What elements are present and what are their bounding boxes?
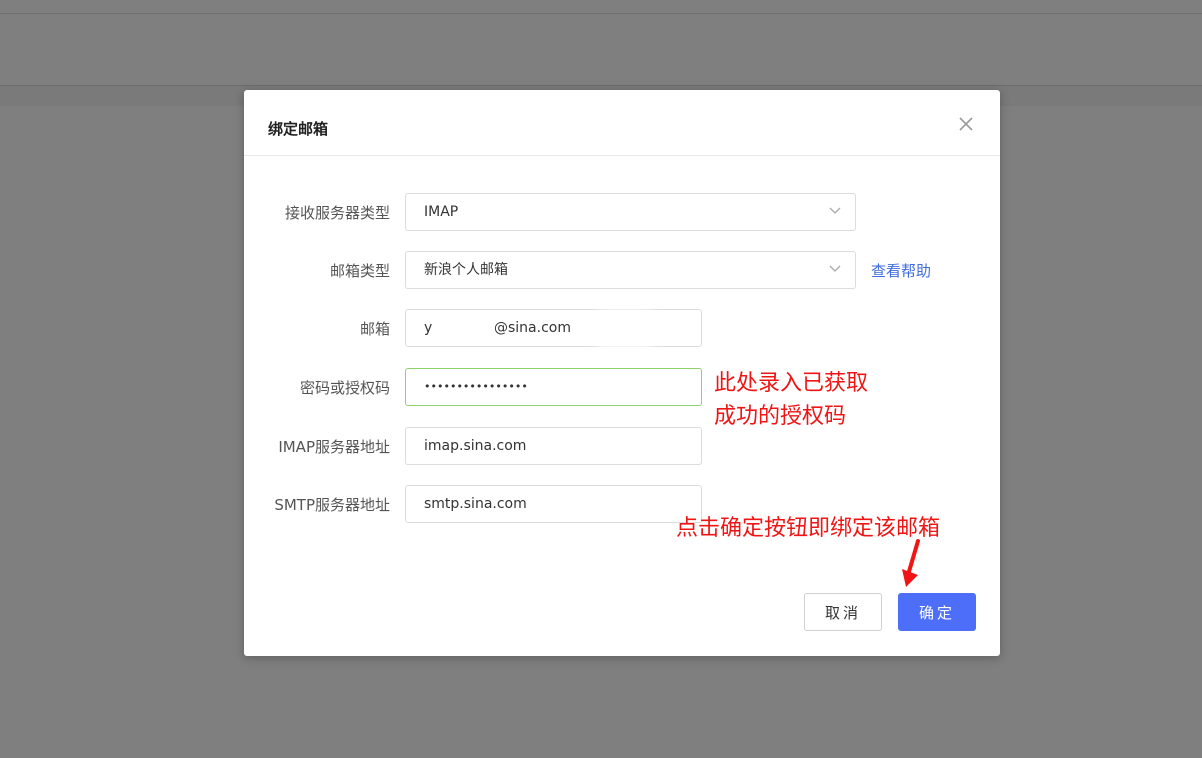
- smtp-server-input[interactable]: [406, 486, 701, 522]
- password-annotation-line2: 成功的授权码: [714, 404, 847, 429]
- password-value: ••••••••••••••••: [424, 380, 528, 393]
- password-annotation-line1: 此处录入已获取: [714, 371, 869, 396]
- mailbox-type-select[interactable]: 新浪个人邮箱: [405, 251, 856, 289]
- smtp-server-field[interactable]: [405, 485, 702, 523]
- cancel-button[interactable]: 取消: [804, 593, 882, 631]
- form-row-receive-server-type: 接收服务器类型 IMAP: [244, 193, 1000, 233]
- view-help-link[interactable]: 查看帮助: [871, 251, 931, 291]
- annotation-arrow-icon: [902, 539, 920, 587]
- form-row-email: 邮箱 y @sina.com: [244, 309, 1000, 349]
- chevron-down-icon: [829, 265, 841, 272]
- email-label: 邮箱: [359, 320, 390, 338]
- imap-server-field[interactable]: [405, 427, 702, 465]
- form-row-password: 密码或授权码 ••••••••••••••••: [244, 368, 1000, 408]
- smtp-server-label: SMTP服务器地址: [274, 496, 390, 514]
- email-suffix: @sina.com: [494, 320, 571, 336]
- form-row-imap-server: IMAP服务器地址: [244, 427, 1000, 467]
- background-divider: [0, 13, 1202, 14]
- mailbox-type-value: 新浪个人邮箱: [424, 262, 508, 278]
- imap-server-label: IMAP服务器地址: [278, 438, 390, 456]
- chevron-down-icon: [829, 207, 841, 214]
- email-prefix: y: [424, 320, 433, 336]
- receive-server-type-value: IMAP: [424, 204, 459, 220]
- password-field[interactable]: ••••••••••••••••: [405, 368, 702, 406]
- bind-email-dialog: 绑定邮箱 接收服务器类型 IMAP 邮箱类型 新浪个人邮箱 查看帮助 邮箱 y …: [244, 90, 1000, 656]
- dialog-title: 绑定邮箱: [268, 120, 329, 138]
- background-divider: [0, 85, 1202, 86]
- password-label: 密码或授权码: [299, 379, 390, 397]
- form-row-mailbox-type: 邮箱类型 新浪个人邮箱 查看帮助: [244, 251, 1000, 291]
- ok-button[interactable]: 确定: [898, 593, 976, 631]
- close-icon[interactable]: [956, 114, 976, 134]
- imap-server-input[interactable]: [406, 428, 701, 464]
- receive-server-type-select[interactable]: IMAP: [405, 193, 856, 231]
- mailbox-type-label: 邮箱类型: [329, 262, 390, 280]
- redaction-blur: [594, 316, 656, 342]
- email-field[interactable]: y @sina.com: [405, 309, 702, 347]
- receive-server-type-label: 接收服务器类型: [284, 204, 390, 222]
- dialog-header: 绑定邮箱: [244, 90, 1000, 156]
